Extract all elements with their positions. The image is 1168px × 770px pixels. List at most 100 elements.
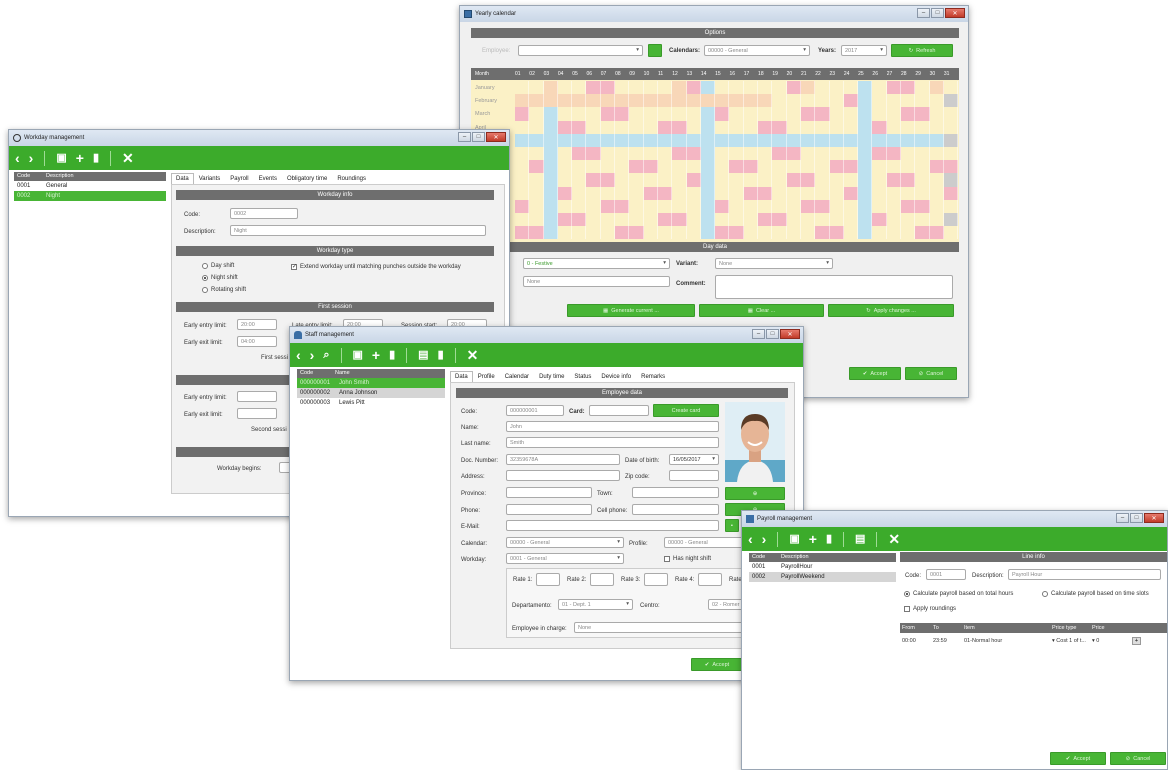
calendar-day-cell[interactable] [600,133,616,147]
calendar-day-cell[interactable] [772,81,787,95]
calendar-day-cell[interactable] [800,173,816,187]
calendar-day-cell[interactable] [858,226,873,240]
calendar-day-cell[interactable] [643,94,658,108]
calendar-day-cell[interactable] [600,94,616,108]
delete-icon[interactable]: ▮ [826,533,832,545]
calendar-day-cell[interactable] [758,107,773,121]
calendar-day-cell[interactable] [557,81,573,95]
calendar-day-cell[interactable] [629,173,644,187]
early-entry-field-2[interactable] [237,391,277,402]
tab-variants[interactable]: Variants [194,173,226,184]
calendar-day-cell[interactable] [943,107,959,121]
calendar-day-cell[interactable] [829,81,844,95]
price-type-cell[interactable]: ▾ Cost 1 of t... [1052,636,1086,646]
calendar-day-cell[interactable] [629,120,644,134]
calendar-day-cell[interactable] [672,107,687,121]
calendar-day-cell[interactable] [901,160,916,174]
calendar-day-cell[interactable] [657,81,673,95]
calendar-day-cell[interactable] [657,94,673,108]
calendar-day-cell[interactable] [700,226,716,240]
calendar-day-cell[interactable] [943,133,959,147]
calendar-day-cell[interactable] [557,133,573,147]
delete-icon[interactable]: ▮ [93,152,99,164]
calendar-day-cell[interactable] [715,212,730,227]
calendar-day-cell[interactable] [615,160,630,174]
calendar-day-cell[interactable] [943,226,959,240]
calendar-day-cell[interactable] [543,160,558,174]
calendar-day-cell[interactable] [600,186,616,200]
calendar-day-cell[interactable] [800,212,816,227]
comment-textarea[interactable] [715,275,953,299]
tab-data[interactable]: Data [450,371,473,382]
calendar-day-cell[interactable] [715,94,730,108]
calendar-day-cell[interactable] [943,146,959,161]
calendar-day-cell[interactable] [643,173,658,187]
calendar-day-cell[interactable] [800,146,816,161]
chevron-right-icon[interactable]: › [762,532,767,546]
calendar-day-cell[interactable] [929,94,944,108]
trash-icon[interactable]: ▮ [438,349,444,361]
calendar-day-cell[interactable] [543,120,558,134]
calendar-day-cell[interactable] [615,199,630,213]
calendar-day-cell[interactable] [615,226,630,240]
calendar-day-cell[interactable] [657,186,673,200]
calendar-day-cell[interactable] [543,212,558,227]
calendar-select[interactable]: 00000 - General [506,537,624,548]
calendar-day-cell[interactable] [886,173,902,187]
copy-icon[interactable]: ▤ [855,533,865,545]
calendar-day-cell[interactable] [543,107,558,121]
calendar-day-cell[interactable] [829,199,844,213]
calendar-day-cell[interactable] [657,133,673,147]
webcam-button[interactable]: ▪ [725,519,739,532]
calendar-day-cell[interactable] [529,146,544,161]
calendar-day-cell[interactable] [786,199,801,213]
calendar-day-cell[interactable] [557,199,573,213]
calendar-day-cell[interactable] [572,107,587,121]
calendar-day-cell[interactable] [657,173,673,187]
calendar-day-cell[interactable] [586,94,601,108]
calendar-day-cell[interactable] [615,146,630,161]
calendar-day-cell[interactable] [901,146,916,161]
calendar-day-cell[interactable] [858,160,873,174]
calendar-day-cell[interactable] [901,186,916,200]
calendar-day-cell[interactable] [715,186,730,200]
minimize-button[interactable]: – [752,329,765,339]
calendar-day-cell[interactable] [815,146,830,161]
calendar-day-cell[interactable] [743,107,759,121]
calendar-day-cell[interactable] [529,160,544,174]
calendar-day-cell[interactable] [572,120,587,134]
calendar-day-cell[interactable] [815,186,830,200]
calendar-day-cell[interactable] [529,199,544,213]
calendar-day-cell[interactable] [743,226,759,240]
calendar-day-cell[interactable] [915,226,930,240]
calendar-day-cell[interactable] [543,133,558,147]
calendar-day-cell[interactable] [629,133,644,147]
workday-select[interactable]: 0001 - General [506,553,624,564]
calendar-day-cell[interactable] [629,107,644,121]
calendar-day-cell[interactable] [815,199,830,213]
calendar-day-cell[interactable] [901,81,916,95]
calendar-day-cell[interactable] [729,199,744,213]
calendar-day-cell[interactable] [800,160,816,174]
calendar-day-cell[interactable] [586,199,601,213]
calendar-day-cell[interactable] [615,81,630,95]
calendar-day-cell[interactable] [901,133,916,147]
calendar-day-cell[interactable] [786,81,801,95]
calendar-day-cell[interactable] [800,120,816,134]
calendar-day-cell[interactable] [772,146,787,161]
cancel-button[interactable]: ⊘ Cancel [905,367,957,380]
calendar-day-cell[interactable] [729,120,744,134]
calendar-day-cell[interactable] [872,81,887,95]
calendar-day-cell[interactable] [829,133,844,147]
calendar-day-cell[interactable] [629,226,644,240]
calendar-day-cell[interactable] [743,120,759,134]
minimize-button[interactable]: – [917,8,930,18]
calendar-day-cell[interactable] [615,186,630,200]
calendar-day-cell[interactable] [629,199,644,213]
calendar-day-cell[interactable] [672,186,687,200]
calendar-day-cell[interactable] [600,160,616,174]
calendar-day-cell[interactable] [572,160,587,174]
calendar-day-cell[interactable] [915,186,930,200]
calendar-day-cell[interactable] [729,107,744,121]
calendar-day-cell[interactable] [686,173,701,187]
